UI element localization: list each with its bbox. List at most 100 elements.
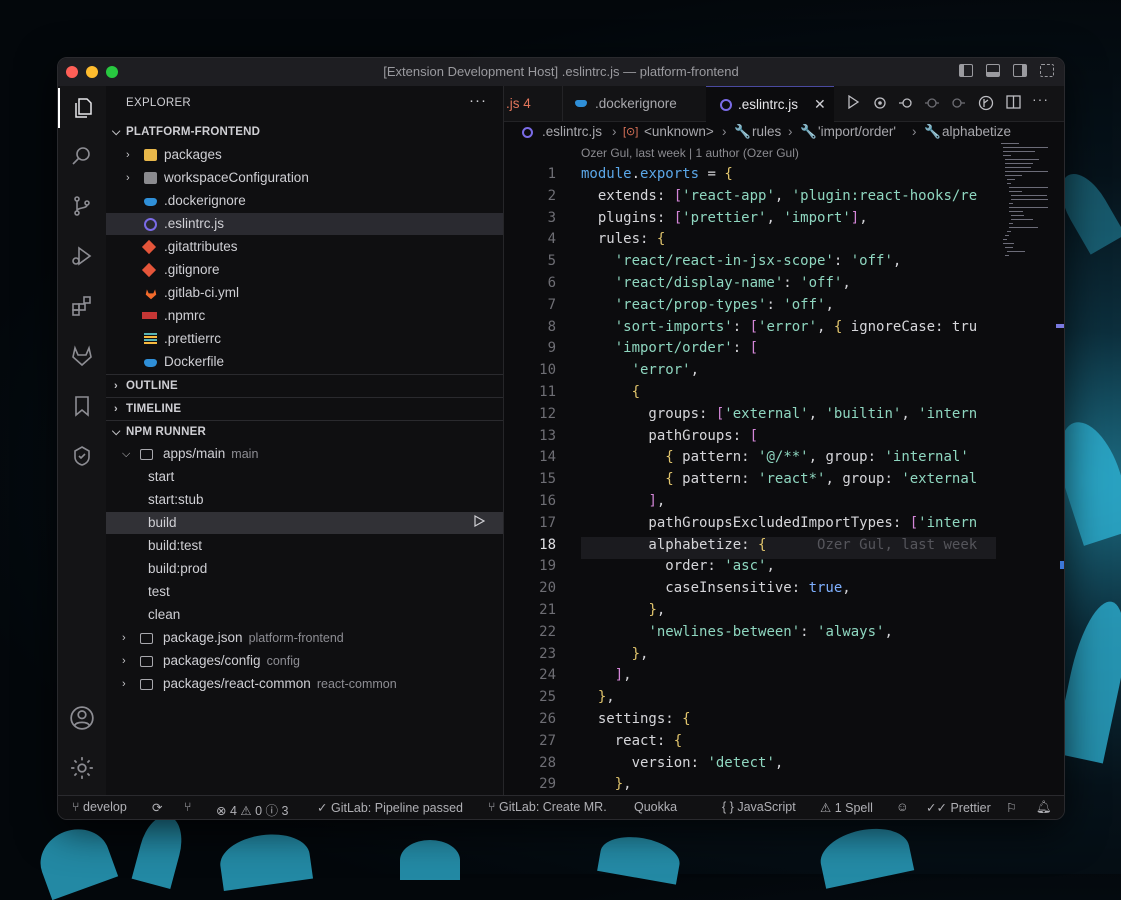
search-icon[interactable] [58, 136, 106, 176]
tab-dockerignore[interactable]: .dockerignore [562, 86, 703, 121]
codelens-blame[interactable]: Ozer Gul, last week | 1 author (Ozer Gul… [581, 146, 799, 160]
problems-status[interactable]: ⊗ 4 ⚠ 0 ⓘ 3 [216, 800, 289, 819]
project-section-header[interactable]: ⌵ PLATFORM-FRONTEND [106, 121, 503, 143]
tab-eslintrc[interactable]: .eslintrc.js ✕ [706, 86, 834, 122]
code-line[interactable]: caseInsensitive: true, [581, 580, 850, 596]
code-line[interactable]: order: 'asc', [581, 558, 775, 574]
previous-change-icon[interactable] [924, 95, 940, 114]
pipeline-status[interactable]: ✓ GitLab: Pipeline passed [317, 800, 463, 815]
npm-script-item[interactable]: clean [106, 604, 503, 626]
code-line[interactable]: groups: ['external', 'builtin', 'intern [581, 406, 977, 422]
toggle-panel-icon[interactable] [986, 64, 1000, 77]
code-line[interactable]: plugins: ['prettier', 'import'], [581, 210, 868, 226]
code-line[interactable]: 'import/order': [ [581, 340, 758, 356]
npm-group-packages-config[interactable]: › packages/config config [106, 650, 503, 672]
settings-gear-icon[interactable] [58, 748, 106, 788]
code-line[interactable]: }, [581, 646, 649, 662]
code-line[interactable]: extends: ['react-app', 'plugin:react-hoo… [581, 188, 977, 204]
code-line[interactable]: ], [581, 667, 632, 683]
npm-group-react-common[interactable]: › packages/react-common react-common [106, 673, 503, 695]
npm-script-item[interactable]: build:test [106, 535, 503, 557]
quokka-status[interactable]: Quokka [634, 800, 677, 814]
npm-script-item[interactable]: build [106, 512, 503, 534]
npm-group-apps-main[interactable]: ⌵ apps/main main [106, 443, 503, 465]
code-line[interactable]: }, [581, 602, 665, 618]
code-line[interactable]: module.exports = { [581, 166, 733, 182]
create-mr-status[interactable]: ⑂ GitLab: Create MR. [488, 800, 607, 814]
tree-item-gitlab-ci[interactable]: .gitlab-ci.yml [106, 282, 503, 304]
code-line[interactable]: react: { [581, 733, 682, 749]
code-line[interactable]: 'newlines-between': 'always', [581, 624, 892, 640]
code-line[interactable]: 'sort-imports': ['error', { ignoreCase: … [581, 319, 977, 335]
run-file-icon[interactable] [846, 94, 860, 112]
code-line[interactable]: rules: { [581, 231, 665, 247]
code-line[interactable]: { pattern: 'react*', group: 'external [581, 471, 977, 487]
tree-item-dockerfile[interactable]: Dockerfile [106, 351, 503, 373]
spell-status[interactable]: ⚠ 1 Spell [820, 800, 873, 815]
go-back-icon[interactable] [898, 95, 914, 114]
more-editor-actions-icon[interactable]: ··· [1032, 91, 1049, 107]
code-line[interactable]: ], [581, 493, 665, 509]
gitlab-icon[interactable] [58, 336, 106, 376]
breadcrumb-unknown[interactable]: <unknown> [644, 121, 714, 143]
code-line[interactable]: alphabetize: { Ozer Gul, last week [581, 537, 977, 553]
feedback-icon[interactable]: ⚐ [1006, 800, 1017, 815]
sync-icon[interactable]: ⟳ [152, 800, 162, 815]
source-control-icon[interactable] [58, 186, 106, 226]
code-editor[interactable]: 1 module.exports = {2 extends: ['react-ap… [504, 166, 996, 795]
run-debug-icon[interactable] [58, 236, 106, 276]
code-line[interactable]: pathGroupsExcludedImportTypes: ['intern [581, 515, 977, 531]
tab-js-file[interactable]: .js 4 [504, 86, 561, 121]
code-line[interactable]: 'react/prop-types': 'off', [581, 297, 834, 313]
account-icon[interactable] [58, 698, 106, 738]
close-tab-icon[interactable]: ✕ [814, 87, 826, 122]
gitlens-icon[interactable] [978, 95, 994, 114]
code-line[interactable]: 'react/display-name': 'off', [581, 275, 851, 291]
npm-script-item[interactable]: start [106, 466, 503, 488]
extensions-icon[interactable] [58, 286, 106, 326]
outline-section-header[interactable]: › OUTLINE [106, 374, 503, 397]
npm-script-item[interactable]: start:stub [106, 489, 503, 511]
tree-item-gitignore[interactable]: .gitignore [106, 259, 503, 281]
code-line[interactable]: }, [581, 689, 615, 705]
tree-item-prettierrc[interactable]: .prettierrc [106, 328, 503, 350]
breadcrumb-file[interactable]: .eslintrc.js [542, 121, 602, 143]
toggle-sidebar-icon[interactable] [959, 64, 973, 77]
code-line[interactable]: pathGroups: [ [581, 428, 758, 444]
tree-item-gitattributes[interactable]: .gitattributes [106, 236, 503, 258]
git-graph-icon[interactable]: ⑂ [184, 800, 192, 814]
debug-target-icon[interactable] [872, 95, 888, 114]
testing-icon[interactable] [58, 436, 106, 476]
minimap[interactable] [1001, 143, 1056, 273]
npm-script-item[interactable]: build:prod [106, 558, 503, 580]
tree-item-npmrc[interactable]: .npmrc [106, 305, 503, 327]
breadcrumb-rules[interactable]: rules [752, 121, 781, 143]
code-line[interactable]: }, [581, 776, 632, 792]
next-change-icon[interactable] [950, 95, 966, 114]
breadcrumb-alphabetize[interactable]: alphabetize [942, 121, 1011, 143]
npm-group-package-json[interactable]: › package.json platform-frontend [106, 627, 503, 649]
code-line[interactable]: 'error', [581, 362, 699, 378]
copilot-icon[interactable]: ☺ [896, 800, 909, 814]
notifications-bell-icon[interactable]: 🔔︎ [1036, 800, 1052, 815]
tree-item-dockerignore[interactable]: .dockerignore [106, 190, 503, 212]
timeline-section-header[interactable]: › TIMELINE [106, 397, 503, 420]
toggle-secondary-sidebar-icon[interactable] [1013, 64, 1027, 77]
code-line[interactable]: { pattern: '@/**', group: 'internal' [581, 449, 968, 465]
run-script-icon[interactable] [473, 512, 486, 534]
npm-script-item[interactable]: test [106, 581, 503, 603]
customize-layout-icon[interactable] [1040, 64, 1054, 77]
code-line[interactable]: settings: { [581, 711, 691, 727]
bookmarks-icon[interactable] [58, 386, 106, 426]
language-status[interactable]: { } JavaScript [722, 800, 796, 814]
prettier-status[interactable]: ✓✓ Prettier [926, 800, 991, 815]
tree-item-workspace-configuration[interactable]: › workspaceConfiguration [106, 167, 503, 189]
split-editor-icon[interactable] [1006, 95, 1021, 112]
more-actions-icon[interactable]: ··· [469, 92, 487, 109]
code-line[interactable]: 'react/react-in-jsx-scope': 'off', [581, 253, 902, 269]
tree-item-eslintrc[interactable]: .eslintrc.js [106, 213, 503, 235]
breadcrumb-import-order[interactable]: 'import/order' [818, 121, 896, 143]
code-line[interactable]: { [581, 384, 640, 400]
explorer-icon[interactable] [58, 88, 108, 128]
branch-status[interactable]: ⑂ develop [72, 800, 127, 814]
